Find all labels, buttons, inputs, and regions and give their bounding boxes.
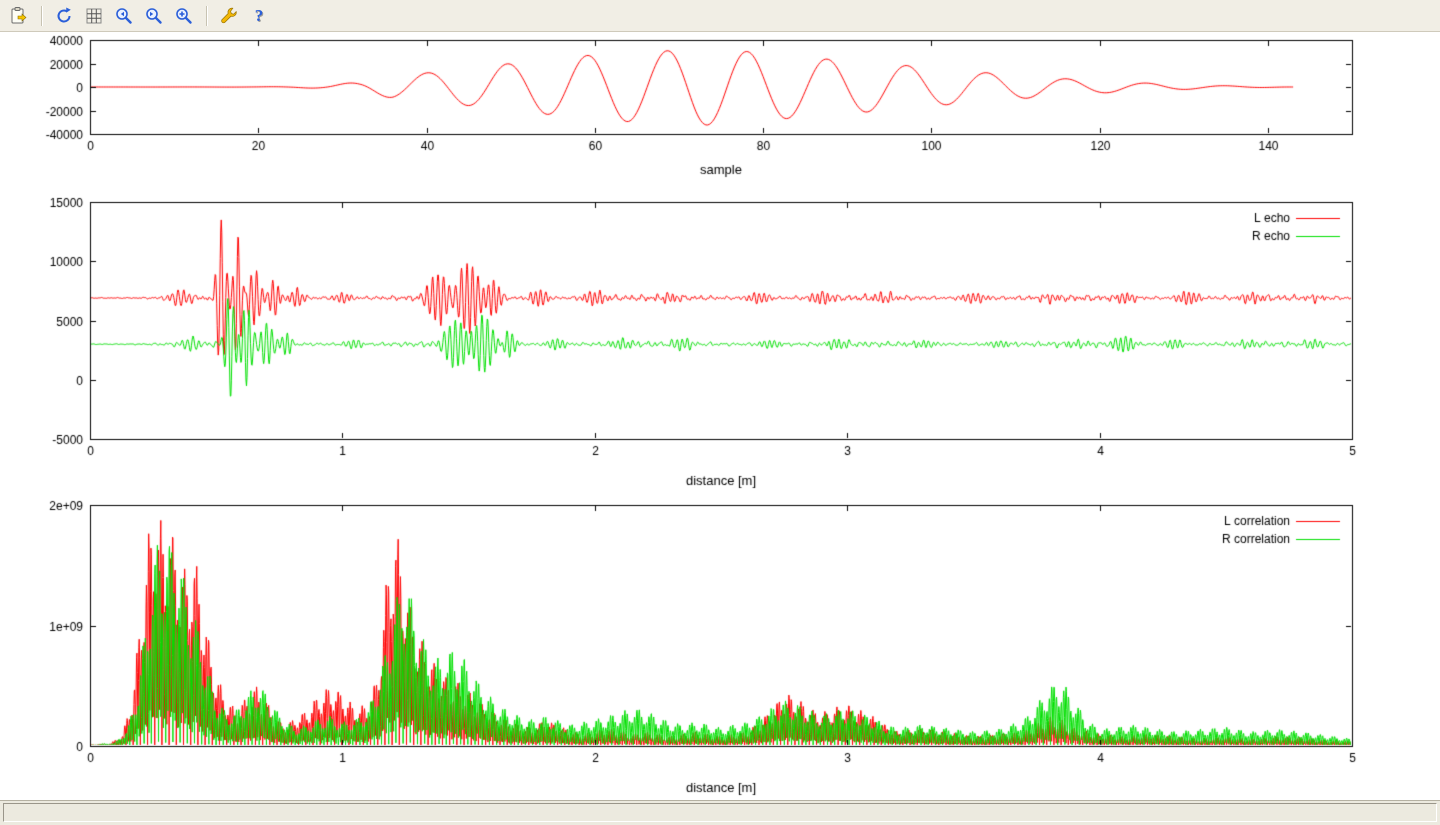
zoom-next-button[interactable] [141, 3, 167, 29]
plot-area [0, 33, 1440, 800]
zoom-previous-icon [114, 6, 134, 26]
grid-toggle-button[interactable] [81, 3, 107, 29]
correlation-plot[interactable] [0, 498, 1440, 800]
clipboard-icon [9, 6, 29, 26]
toolbar-separator [206, 6, 207, 26]
zoom-previous-button[interactable] [111, 3, 137, 29]
zoom-reset-icon [174, 6, 194, 26]
help-icon: ?? [249, 6, 269, 26]
toolbar: ?? [0, 0, 1440, 32]
copy-to-clipboard-button[interactable] [6, 3, 32, 29]
status-field [3, 803, 1437, 822]
replot-button[interactable] [51, 3, 77, 29]
refresh-icon [54, 6, 74, 26]
zoom-next-icon [144, 6, 164, 26]
pulse-plot[interactable] [0, 33, 1440, 193]
status-bar [0, 800, 1440, 825]
config-button[interactable] [216, 3, 242, 29]
gnuplot-window: ?? [0, 0, 1440, 825]
echo-plot[interactable] [0, 193, 1440, 498]
toolbar-separator [41, 6, 42, 26]
autoscale-button[interactable] [171, 3, 197, 29]
svg-text:?: ? [255, 6, 264, 25]
grid-icon [84, 6, 104, 26]
wrench-icon [219, 6, 239, 26]
help-button[interactable]: ?? [246, 3, 272, 29]
